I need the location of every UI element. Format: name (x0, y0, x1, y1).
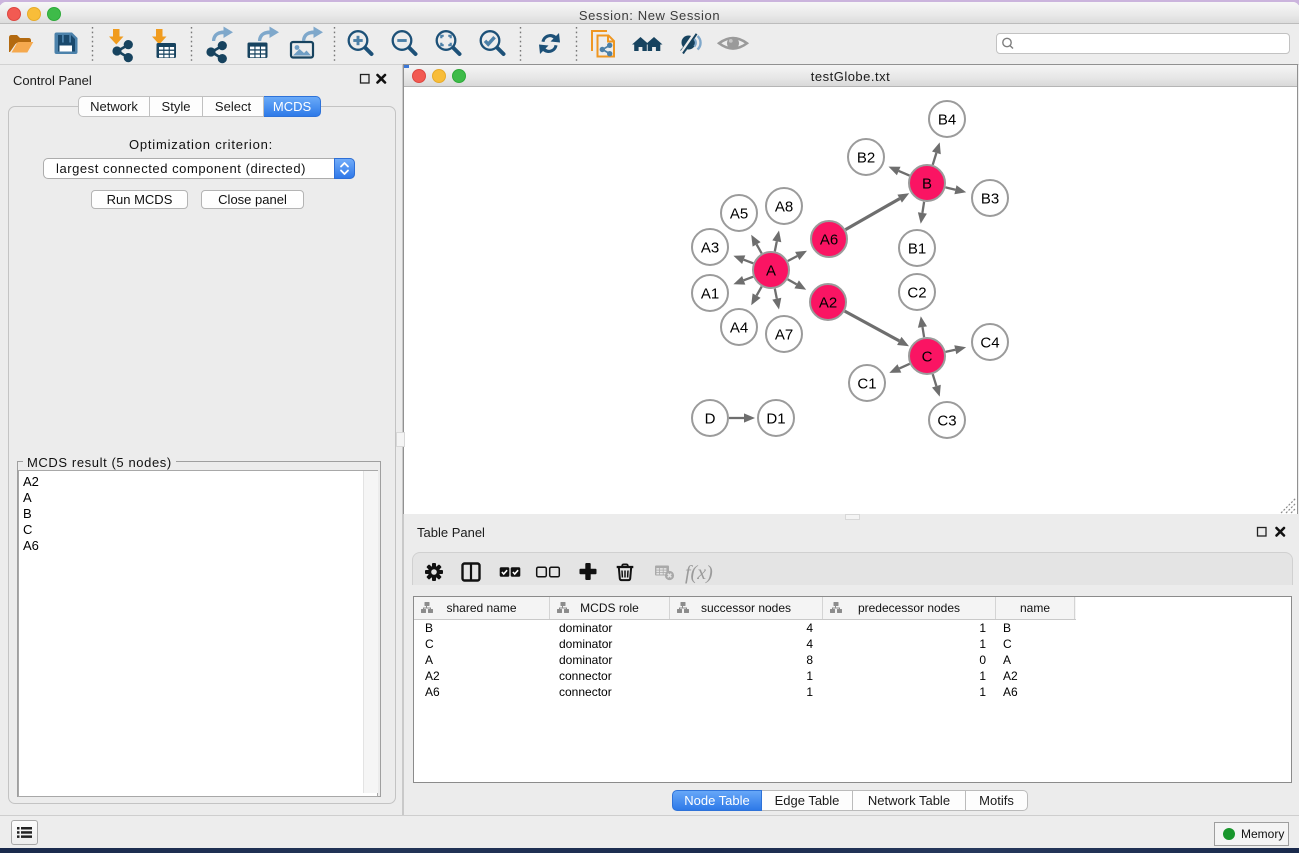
svg-text:A1: A1 (701, 285, 719, 302)
svg-text:A6: A6 (820, 231, 838, 248)
svg-text:C3: C3 (937, 412, 956, 429)
svg-text:C2: C2 (907, 284, 926, 301)
svg-text:B3: B3 (981, 190, 999, 207)
svg-text:C: C (922, 348, 933, 365)
svg-text:A: A (766, 262, 776, 279)
svg-text:A3: A3 (701, 239, 719, 256)
svg-text:f(x): f(x) (685, 562, 713, 584)
svg-text:A4: A4 (730, 319, 748, 336)
svg-text:C4: C4 (980, 334, 999, 351)
svg-text:B2: B2 (857, 149, 875, 166)
svg-text:A2: A2 (819, 294, 837, 311)
svg-text:B4: B4 (938, 111, 956, 128)
svg-text:A7: A7 (775, 326, 793, 343)
svg-text:C1: C1 (857, 375, 876, 392)
svg-text:D: D (705, 410, 716, 427)
svg-text:D1: D1 (766, 410, 785, 427)
svg-text:B1: B1 (908, 240, 926, 257)
svg-text:B: B (922, 175, 932, 192)
svg-text:A8: A8 (775, 198, 793, 215)
svg-text:A5: A5 (730, 205, 748, 222)
